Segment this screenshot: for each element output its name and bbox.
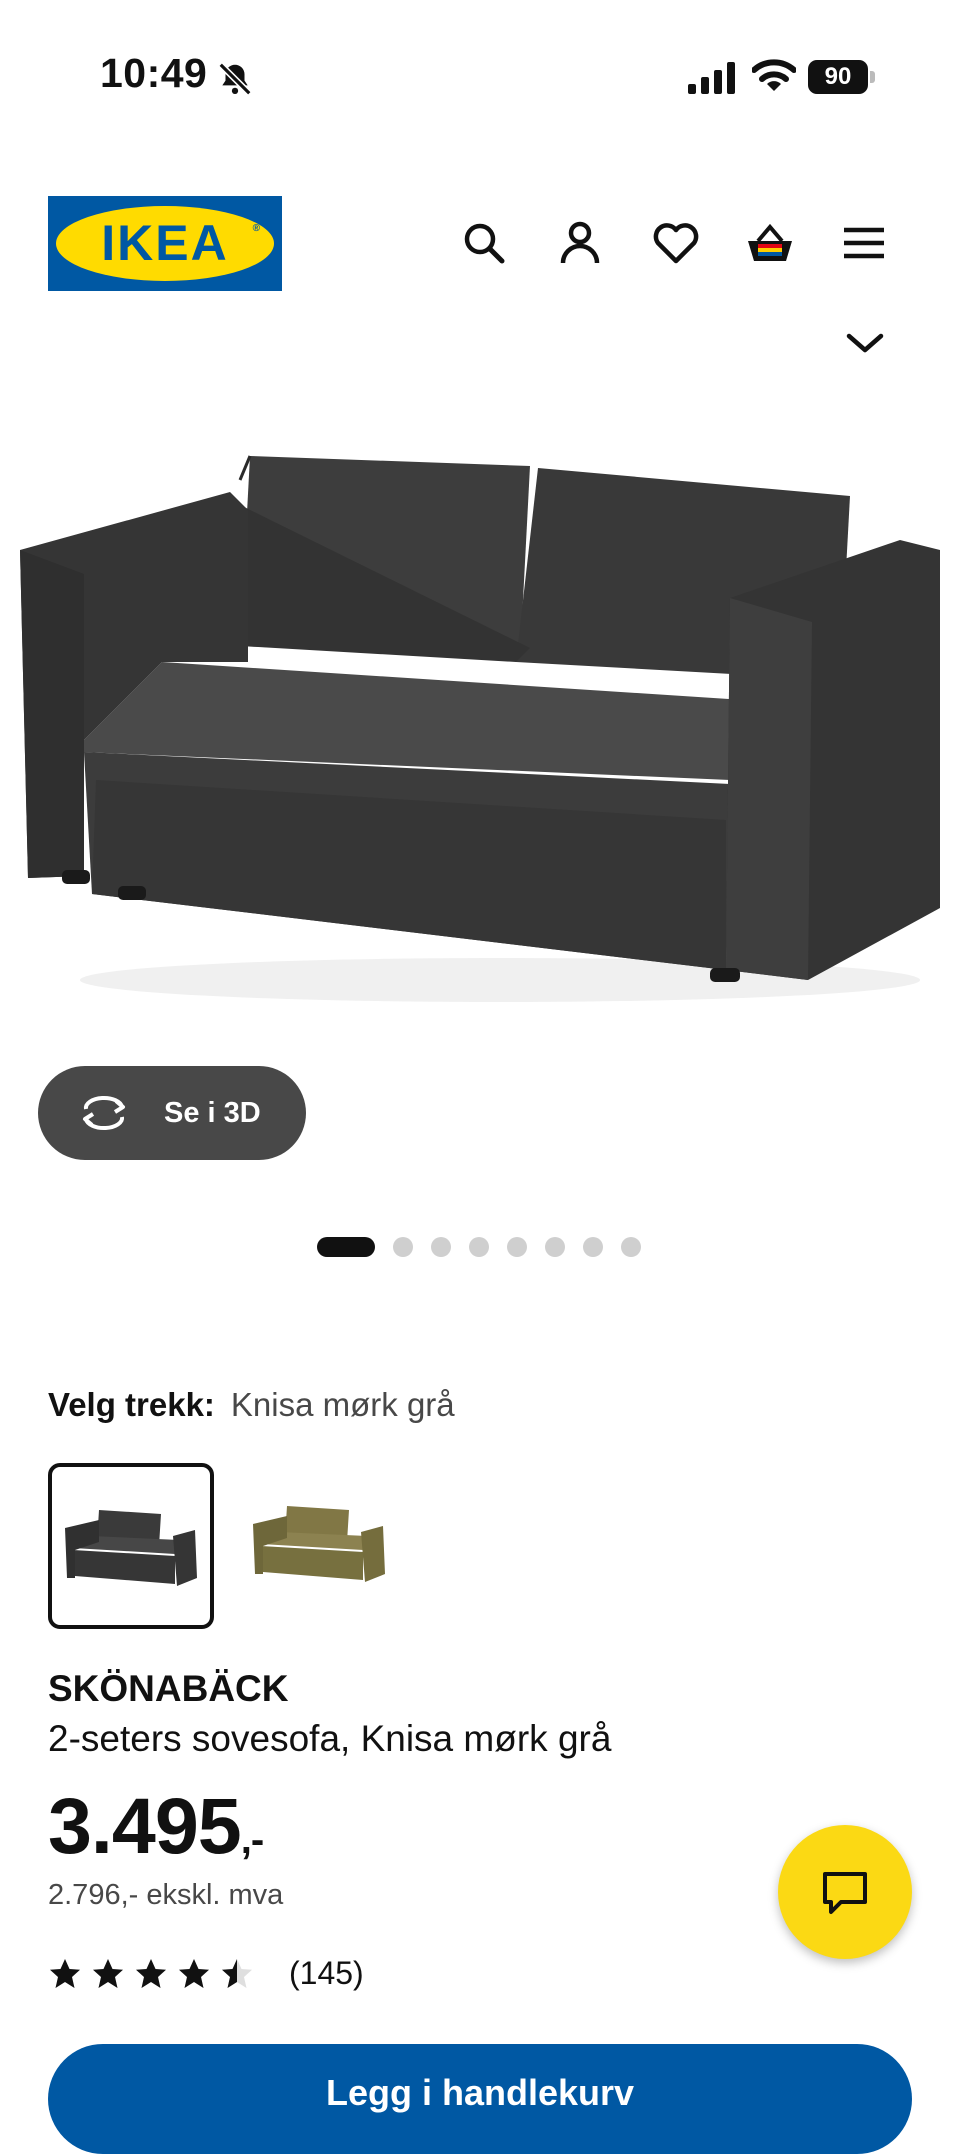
review-count: (145) <box>289 1955 364 1991</box>
price-suffix: ,- <box>240 1818 264 1862</box>
price-excl-vat: 2.796,- ekskl. mva <box>48 1879 284 1911</box>
chat-button[interactable] <box>778 1825 912 1959</box>
status-time: 10:49 <box>100 50 208 96</box>
heart-icon[interactable] <box>650 217 702 269</box>
pager-dot[interactable] <box>317 1237 375 1257</box>
cover-selector: Velg trekk: Knisa mørk grå <box>48 1386 455 1424</box>
wifi-icon <box>751 58 797 94</box>
cover-swatch-olive[interactable] <box>240 1463 406 1629</box>
cover-label: Velg trekk: <box>48 1386 215 1423</box>
star-icon <box>136 1958 166 1988</box>
pager-dot[interactable] <box>545 1237 565 1257</box>
signal-icon <box>688 62 736 94</box>
chat-icon <box>823 1872 867 1914</box>
pager-dot[interactable] <box>393 1237 413 1257</box>
pager-dot[interactable] <box>431 1237 451 1257</box>
pager-dot[interactable] <box>469 1237 489 1257</box>
product-description: 2-seters sovesofa, Knisa mørk grå <box>48 1718 612 1759</box>
menu-icon[interactable] <box>838 217 890 269</box>
star-icon <box>222 1958 252 1988</box>
view-3d-label: Se i 3D <box>164 1096 261 1129</box>
price-main: 3.495 <box>48 1781 242 1870</box>
ikea-logo[interactable]: IKEA ® <box>48 196 282 291</box>
battery-icon: 90 <box>808 60 876 94</box>
search-icon[interactable] <box>458 217 510 269</box>
pager-dot[interactable] <box>583 1237 603 1257</box>
chevron-down-icon[interactable] <box>844 328 886 358</box>
add-to-cart-label: Legg i handlekurv <box>325 2072 635 2113</box>
product-name: SKÖNABÄCK <box>48 1668 289 1709</box>
star-icon <box>179 1958 209 1988</box>
cover-swatch-dark-grey[interactable] <box>48 1463 214 1629</box>
add-to-cart-button[interactable]: Legg i handlekurv <box>48 2044 912 2154</box>
user-icon[interactable] <box>554 217 606 269</box>
view-3d-button[interactable]: Se i 3D <box>38 1066 306 1160</box>
pager-dot[interactable] <box>621 1237 641 1257</box>
star-icon <box>50 1958 80 1988</box>
bell-slash-icon <box>216 60 254 98</box>
basket-icon[interactable] <box>744 217 796 269</box>
rating[interactable]: (145) <box>48 1955 364 1992</box>
pager-dot[interactable] <box>507 1237 527 1257</box>
logo-text: IKEA <box>101 215 229 271</box>
product-image[interactable] <box>0 400 960 1080</box>
image-pager[interactable] <box>317 1237 659 1257</box>
price: 3.495,- <box>48 1780 264 1872</box>
cover-selected-value: Knisa mørk grå <box>230 1386 455 1423</box>
battery-level: 90 <box>808 60 868 94</box>
rotate-3d-icon <box>83 1095 125 1131</box>
star-icon <box>93 1958 123 1988</box>
